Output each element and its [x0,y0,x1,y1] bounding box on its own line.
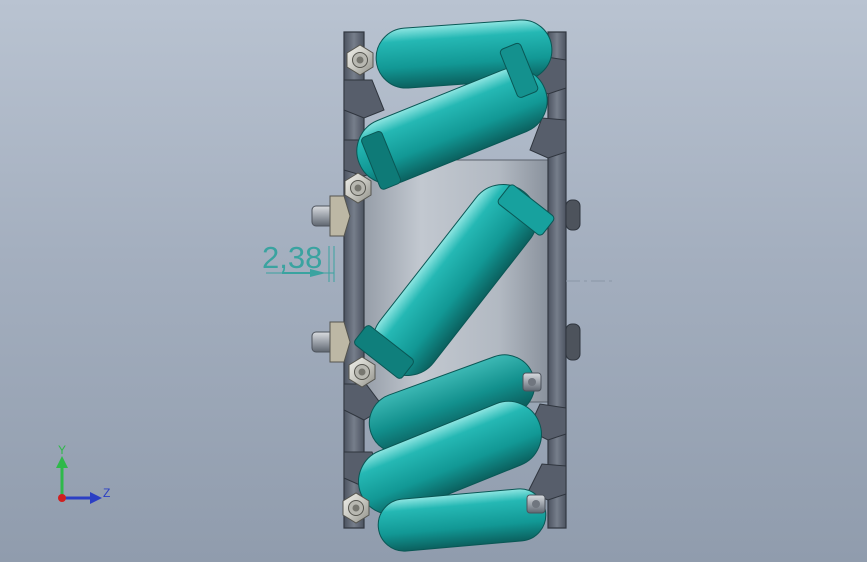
axle-bolt-left-upper[interactable] [311,195,351,237]
coordinate-triad: Y Z [56,443,110,504]
model-view[interactable]: 2,38 Y Z [0,0,867,562]
axle-bolt-left-lower[interactable] [311,321,351,363]
triad-origin [58,494,66,502]
graphics-viewport[interactable]: 2,38 Y Z [0,0,867,562]
z-axis-arrow [90,492,102,504]
dimension-value[interactable]: 2,38 [262,240,322,275]
axle-bolt-right-lower[interactable] [565,323,581,361]
y-axis-label: Y [58,443,66,457]
bolt-lower-right[interactable] [522,372,542,392]
bolt-bottom-right[interactable] [526,494,546,514]
z-axis-label: Z [103,486,110,500]
dimension-annotation[interactable]: 2,38 [262,240,335,282]
y-axis-arrow [56,456,68,468]
right-side-plate[interactable] [547,31,567,529]
axle-bolt-right-upper[interactable] [565,199,581,231]
